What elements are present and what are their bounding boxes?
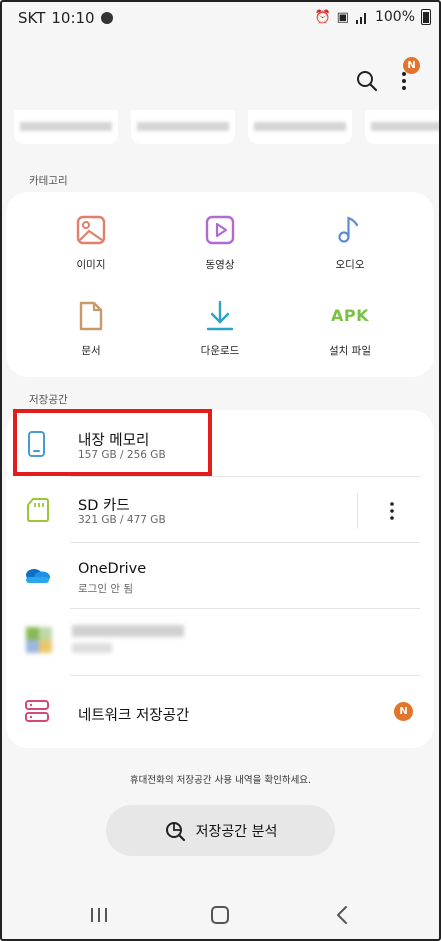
network-storage-icon [25,700,49,722]
category-installation-files[interactable]: APK 설치 파일 [290,298,410,358]
storage-section-label: 저장공간 [29,394,68,406]
storage-analysis-icon [165,821,185,841]
recent-file-card[interactable] [365,110,441,144]
storage-title: 네트워크 저장공간 [78,708,190,724]
alarm-icon: ⏰ [314,9,331,25]
download-icon [206,300,234,331]
blurred-storage-text [72,625,184,637]
recent-files-strip[interactable] [0,110,441,146]
category-images[interactable]: 이미지 [31,212,151,272]
recent-file-card[interactable] [248,110,352,144]
category-label: 동영상 [205,259,235,271]
category-documents[interactable]: 문서 [31,298,151,358]
category-card: 이미지 동영상 오디오 문서 다운로드 APK 설치 파일 [6,192,434,377]
battery-label: 100% [374,9,415,25]
recent-file-card[interactable] [131,110,235,144]
apk-icon: APK [330,306,369,325]
signal-icon [355,13,366,24]
category-videos[interactable]: 동영상 [160,212,280,272]
blurred-storage-text [72,643,112,653]
storage-analysis-button[interactable]: 저장공간 분석 [106,805,335,856]
back-icon[interactable] [330,904,356,926]
storage-network[interactable]: 네트워크 저장공간 [6,676,422,748]
time-label: 10:10 [51,9,95,27]
music-note-icon [338,216,359,243]
category-label: 다운로드 [200,345,240,357]
notification-dot-icon [100,12,113,24]
carrier-label: SKT [18,9,46,27]
document-icon [79,301,103,331]
vowifi-icon: ▣ [336,9,349,25]
battery-icon [421,9,431,25]
onedrive-icon [26,569,50,583]
home-icon[interactable] [207,904,233,926]
category-audio[interactable]: 오디오 [290,212,410,272]
highlight-box [13,409,212,476]
storage-blurred-item[interactable] [6,609,422,675]
storage-usage-note: 휴대전화의 저장공간 사용 내역을 확인하세요. [129,775,312,786]
storage-title: SD 카드 [78,498,130,514]
storage-title: OneDrive [78,561,147,577]
category-label: 문서 [81,345,101,357]
storage-subtitle: 321 GB / 477 GB [78,514,166,526]
storage-analysis-label: 저장공간 분석 [195,823,278,840]
sd-card-more-icon[interactable] [383,498,401,524]
status-bar: SKT 10:10 ⏰ ▣ 100% [0,0,441,36]
category-label: 오디오 [335,259,365,271]
blurred-app-icon [26,627,52,653]
storage-sd-card[interactable]: SD 카드 321 GB / 477 GB [6,477,356,543]
storage-subtitle: 로그인 안 됨 [78,583,133,595]
storage-onedrive[interactable]: OneDrive 로그인 안 됨 [6,543,422,609]
category-label: 이미지 [76,259,106,271]
sd-card-icon [27,498,49,522]
video-icon [205,215,235,245]
recent-file-card[interactable] [14,110,118,144]
category-label: 설치 파일 [329,345,371,357]
navigation-bar [0,890,441,940]
search-icon[interactable] [352,66,382,96]
recents-icon[interactable] [86,904,112,926]
network-storage-badge: N [394,702,413,721]
notification-badge: N [403,57,420,74]
vertical-divider [357,493,358,529]
category-downloads[interactable]: 다운로드 [160,298,280,358]
image-icon [76,215,106,245]
category-section-label: 카테고리 [29,175,68,187]
